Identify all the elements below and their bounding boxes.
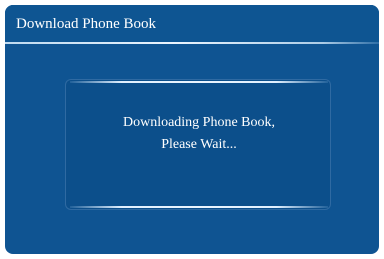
status-line-2: Please Wait... xyxy=(161,137,237,152)
status-line-1: Downloading Phone Book, xyxy=(122,115,276,130)
dialog-top-divider xyxy=(70,81,328,83)
dialog-bottom-divider xyxy=(70,206,328,208)
header-bar: Download Phone Book xyxy=(5,5,379,43)
phone-book-download-screen: Download Phone Book Downloading Phone Bo… xyxy=(5,5,379,254)
header-divider xyxy=(5,42,379,44)
page-title: Download Phone Book xyxy=(16,16,156,32)
progress-dialog: Downloading Phone Book, Please Wait... xyxy=(65,79,331,210)
status-message: Downloading Phone Book, Please Wait... xyxy=(66,112,332,156)
